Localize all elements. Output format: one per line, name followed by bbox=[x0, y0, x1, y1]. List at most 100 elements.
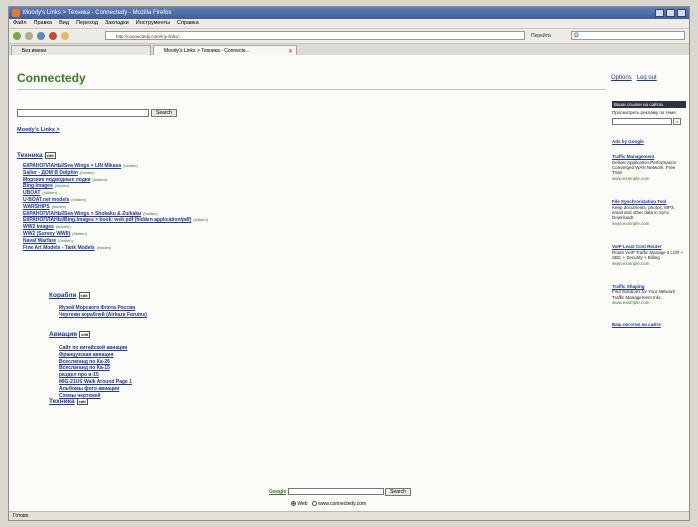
link-item[interactable]: Всеслаганд по Ка-15 bbox=[59, 365, 110, 371]
category-title[interactable]: Техника edit bbox=[49, 398, 88, 405]
radio-web[interactable] bbox=[291, 501, 296, 507]
minimize-button[interactable] bbox=[655, 9, 664, 17]
sidebar-header: Ваши ссылки на сайтах bbox=[612, 101, 686, 109]
topic-select[interactable] bbox=[612, 117, 672, 125]
menu-item[interactable]: Переход bbox=[76, 19, 98, 28]
navigation-toolbar: http://connectedy.com/my-links/... Перей… bbox=[9, 29, 689, 44]
list-item: Французская авиация bbox=[59, 352, 132, 359]
category-label: Техника bbox=[17, 152, 43, 160]
search-form: Search bbox=[17, 109, 177, 117]
firefox-icon bbox=[12, 9, 20, 17]
go-button[interactable]: Перейти bbox=[531, 32, 551, 40]
ad-body: Route VoIP Traffic Manage it LCR + SBC +… bbox=[612, 249, 684, 261]
breadcrumb-link[interactable]: Moody's Links > bbox=[17, 127, 60, 133]
maximize-button[interactable] bbox=[666, 9, 675, 17]
link-item[interactable]: Bing.Images bbox=[23, 183, 53, 189]
link-item[interactable]: Сайт по китайской авиации bbox=[59, 345, 127, 351]
link-item[interactable]: WW2 images bbox=[23, 224, 54, 230]
category-title[interactable]: Техника edit bbox=[17, 152, 56, 159]
link-item[interactable]: ЕКРАНОПЛАНЫ/Bing.Images > book: web pdf … bbox=[23, 217, 191, 223]
ads-by-google[interactable]: Ads by Google bbox=[612, 139, 686, 144]
link-item[interactable]: Всеслаганд по Ка-26 bbox=[59, 359, 110, 365]
menu-item[interactable]: Файл bbox=[13, 19, 27, 28]
link-list: ЕКРАНОПЛАНЫ/Sea Wings > LIN Mikasa (hidde… bbox=[23, 163, 208, 251]
list-item: ЕКРАНОПЛАНЫ/Sea Wings > LIN Mikasa (hidde… bbox=[23, 163, 208, 170]
link-list: Музей Морского Флота России Чертежи кора… bbox=[59, 305, 147, 319]
edit-button[interactable]: edit bbox=[79, 331, 91, 338]
link-item[interactable]: Морские подводные лодки bbox=[23, 177, 90, 183]
list-item: Музей Морского Флота России bbox=[59, 305, 147, 312]
close-button[interactable] bbox=[677, 9, 686, 17]
hidden-tag: (hidden) bbox=[79, 169, 95, 175]
forward-icon[interactable] bbox=[25, 32, 33, 40]
list-item: Naval Warfare (hidden) bbox=[23, 238, 208, 245]
google-logo[interactable]: Google bbox=[269, 489, 286, 495]
home-icon[interactable] bbox=[61, 32, 69, 40]
address-bar[interactable]: http://connectedy.com/my-links/... bbox=[105, 31, 525, 40]
tab-connectedy[interactable]: Moody's Links > Техника - Connecte... ✕ bbox=[153, 45, 297, 55]
category-title[interactable]: Корабли edit bbox=[49, 292, 90, 299]
menu-item[interactable]: Вид bbox=[59, 19, 69, 28]
list-item: Bing.Images (hidden) bbox=[23, 183, 208, 190]
ad-url[interactable]: www.example.com bbox=[612, 176, 686, 181]
link-item[interactable]: WW2 (Survey WWII) bbox=[23, 231, 70, 237]
list-item: Fine Art Models - Tank Models (hidden) bbox=[23, 245, 208, 252]
hidden-tag: (hidden) bbox=[123, 163, 138, 168]
search-button[interactable]: Search bbox=[151, 109, 177, 117]
category-label: Авиация bbox=[49, 331, 78, 339]
ad-url[interactable]: www.example.com bbox=[612, 261, 686, 266]
category-title[interactable]: Авиация edit bbox=[49, 331, 91, 339]
link-item[interactable]: Fine Art Models - Tank Models bbox=[23, 245, 95, 251]
link-item[interactable]: MIG-21US Walk Around Page 1 bbox=[59, 379, 132, 385]
link-item[interactable]: Sailor - ДОМ В Dolphin bbox=[23, 170, 78, 176]
radio-site[interactable] bbox=[311, 501, 317, 507]
menu-item[interactable]: Инструменты bbox=[136, 19, 170, 28]
divider bbox=[17, 89, 605, 90]
tab-label: Без имени bbox=[22, 48, 47, 54]
hidden-tag: (hidden) bbox=[55, 224, 71, 230]
logout-link[interactable]: Log out bbox=[637, 75, 657, 81]
sidebar: Ваши ссылки на сайтах Просмотреть реклам… bbox=[612, 101, 686, 327]
tab-blank[interactable]: Без имени bbox=[11, 45, 151, 55]
ad-url[interactable]: www.example.com bbox=[612, 221, 686, 226]
link-item[interactable]: Французская авиация bbox=[59, 352, 113, 358]
link-item[interactable]: UBOAT bbox=[23, 190, 40, 196]
edit-button[interactable]: edit bbox=[78, 292, 90, 299]
link-item[interactable]: Музей Морского Флота России bbox=[59, 305, 135, 311]
ad-body: Deliver Application Performance Converge… bbox=[612, 159, 677, 176]
ad-block: Traffic Shaping Find Solutions for Your … bbox=[612, 284, 686, 306]
reload-icon[interactable] bbox=[37, 32, 45, 40]
google-search-box[interactable]: G bbox=[571, 31, 685, 40]
link-item[interactable]: Альбомы фото авиации bbox=[59, 386, 119, 392]
sidebar-footer-link[interactable]: Ваш логотип на сайте bbox=[612, 322, 686, 327]
link-item[interactable]: ЕКРАНОПЛАНЫ/Sea Wings > Shokaku & Zuikak… bbox=[23, 211, 141, 217]
stop-icon[interactable] bbox=[49, 32, 57, 40]
window-title: Moody's Links > Техника - Connectedy - M… bbox=[23, 10, 172, 16]
edit-button[interactable]: edit bbox=[44, 152, 56, 159]
list-item: Всеслаганд по Ка-26 bbox=[59, 359, 132, 366]
ad-url[interactable]: www.example.com bbox=[612, 300, 686, 305]
link-item[interactable]: раздел про и-15 bbox=[59, 372, 99, 378]
close-tab-icon[interactable]: ✕ bbox=[288, 47, 293, 55]
bottom-search-button[interactable]: Search bbox=[385, 488, 411, 496]
bottom-search-input[interactable] bbox=[287, 488, 384, 496]
menu-item[interactable]: Правка bbox=[34, 19, 53, 28]
link-item[interactable]: Чертежи кораблей (Airkaza Forums) bbox=[59, 312, 147, 318]
hidden-tag: (hidden) bbox=[96, 244, 112, 250]
list-item: Морские подводные лодки (hidden) bbox=[23, 177, 208, 184]
link-item[interactable]: WARSHIPS bbox=[23, 204, 50, 210]
options-link[interactable]: Options bbox=[611, 75, 632, 81]
link-item[interactable]: U-BOAT.net models bbox=[23, 197, 69, 203]
site-logo[interactable]: Connectedy bbox=[17, 71, 86, 85]
menu-item[interactable]: Справка bbox=[177, 19, 199, 28]
link-item[interactable]: Naval Warfare bbox=[23, 238, 56, 244]
edit-button[interactable]: edit bbox=[76, 398, 88, 405]
window-controls bbox=[655, 9, 686, 17]
topic-go-button[interactable]: » bbox=[673, 117, 682, 125]
menu-item[interactable]: Закладки bbox=[105, 19, 129, 28]
back-icon[interactable] bbox=[13, 32, 21, 40]
search-input[interactable] bbox=[17, 109, 149, 117]
menu-bar: Файл Правка Вид Переход Закладки Инструм… bbox=[9, 19, 689, 29]
list-item: UBOAT (hidden) bbox=[23, 190, 208, 197]
link-item[interactable]: ЕКРАНОПЛАНЫ/Sea Wings > LIN Mikasa bbox=[23, 163, 121, 169]
